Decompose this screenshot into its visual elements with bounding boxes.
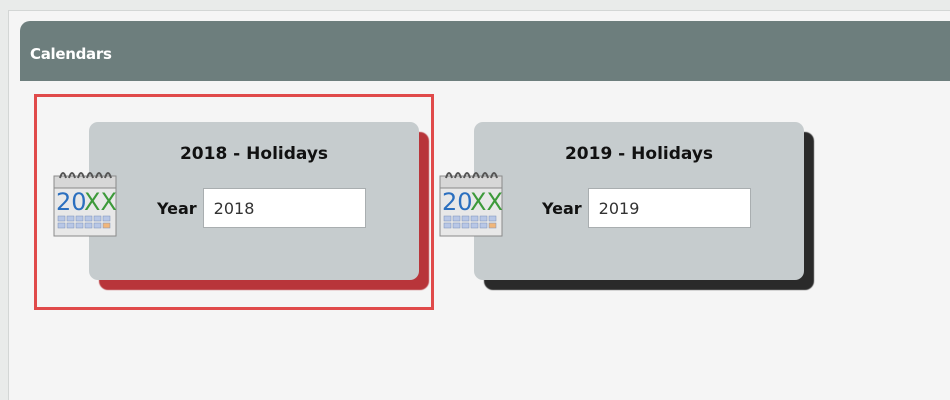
icon-year-xx: XX	[470, 188, 503, 216]
calendar-card-title: 2019 - Holidays	[564, 144, 714, 164]
calendar-card-2018[interactable]: 2018 - Holidays Year	[89, 122, 419, 280]
year-field-row: Year	[157, 188, 366, 228]
icon-year-xx: XX	[84, 188, 117, 216]
calendar-card-title: 2018 - Holidays	[179, 144, 329, 164]
year-input[interactable]	[202, 188, 366, 228]
calendar-icon: 20 XX	[53, 172, 117, 237]
calendar-icon: 20 XX	[439, 172, 503, 237]
icon-year-digits: 20	[442, 188, 473, 216]
year-label: Year	[157, 198, 197, 218]
panel-title: Calendars	[30, 45, 112, 63]
icon-year-digits: 20	[56, 188, 87, 216]
panel-header: Calendars	[20, 21, 950, 81]
year-field-row: Year	[542, 188, 751, 228]
year-input[interactable]	[587, 188, 751, 228]
year-label: Year	[542, 198, 582, 218]
calendar-card-2019[interactable]: 2019 - Holidays Year	[474, 122, 804, 280]
